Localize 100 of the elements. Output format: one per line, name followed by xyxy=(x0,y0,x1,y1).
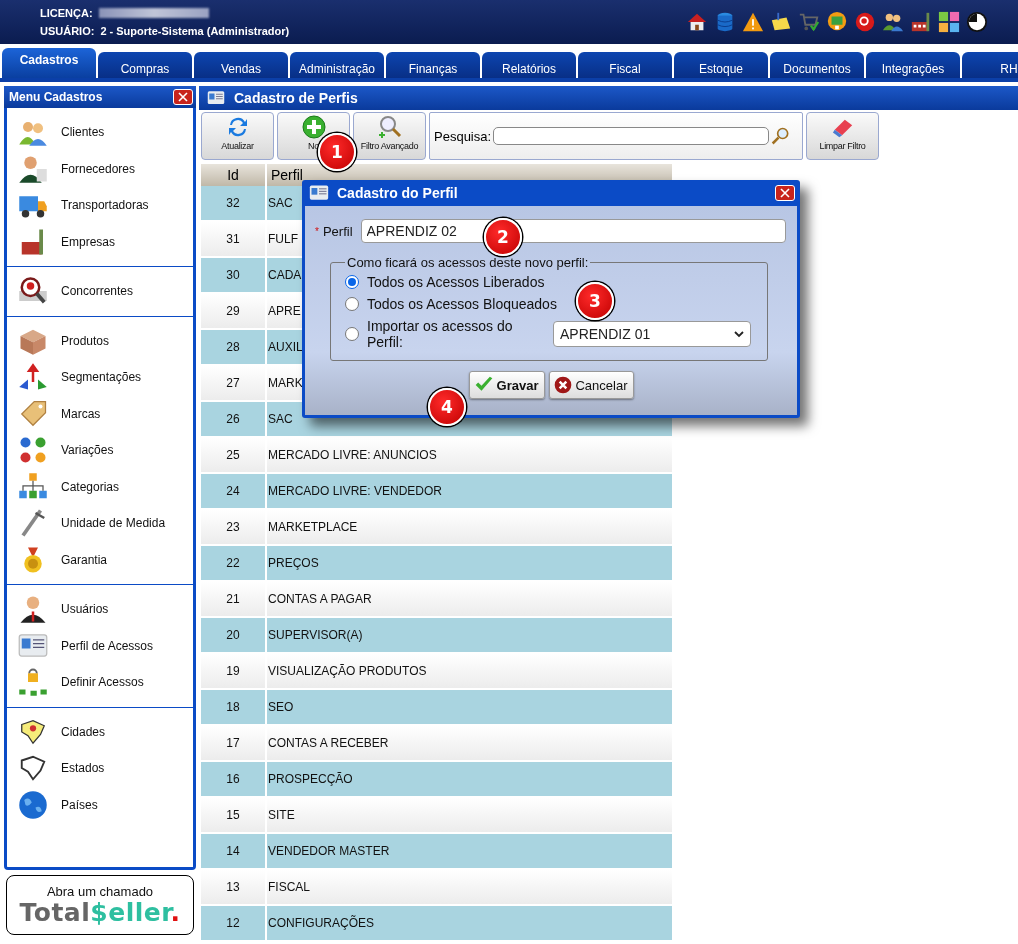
close-button[interactable] xyxy=(173,89,193,105)
close-button[interactable] xyxy=(775,185,795,201)
radio-button[interactable] xyxy=(345,327,359,342)
sidebar-item[interactable]: Marcas xyxy=(7,395,193,432)
table-cell: 20 xyxy=(201,618,267,654)
radio-button[interactable] xyxy=(345,275,359,290)
sidebar-item[interactable]: Países xyxy=(7,786,193,823)
sidebar-item[interactable]: Unidade de Medida xyxy=(7,505,193,542)
close-icon xyxy=(178,92,188,102)
menu-tab[interactable]: Estoque xyxy=(674,52,768,78)
search-label: Pesquisa: xyxy=(434,128,492,144)
table-cell: 26 xyxy=(201,402,267,438)
house-icon[interactable] xyxy=(686,11,708,33)
table-cell: SEO xyxy=(267,690,674,726)
menu-tab[interactable]: Fiscal xyxy=(578,52,672,78)
search-field[interactable] xyxy=(493,127,770,145)
item-label: Fornecedores xyxy=(61,161,136,176)
sidebar-item[interactable]: Usuários xyxy=(7,591,193,628)
dialog-title: Cadastro do Perfil xyxy=(337,185,458,201)
sidebar-item[interactable]: Fornecedores xyxy=(7,150,193,187)
help-card[interactable]: Abra um chamado Total$eller. xyxy=(6,875,194,935)
radio-option[interactable]: Todos os Acessos Bloqueados xyxy=(345,296,557,313)
toolbar-button[interactable]: Filtro Avançado xyxy=(353,112,426,160)
radio-button[interactable] xyxy=(345,297,359,312)
sidebar-item[interactable]: Estados xyxy=(7,750,193,787)
menu-tab[interactable]: Vendas xyxy=(194,52,288,78)
table-cell: MERCADO LIVRE: VENDEDOR xyxy=(267,474,674,510)
cart-icon[interactable] xyxy=(798,11,820,33)
sidebar-item[interactable]: Clientes xyxy=(7,114,193,151)
menu-tab[interactable]: Administração xyxy=(290,52,384,78)
menu-tab[interactable]: Integrações xyxy=(866,52,960,78)
item-label: Categorias xyxy=(61,479,120,494)
sidebar-item[interactable]: Variações xyxy=(7,432,193,469)
table-cell: 32 xyxy=(201,186,267,222)
item-label: Garantia xyxy=(61,552,108,567)
save-button[interactable]: Gravar xyxy=(468,371,546,400)
sidebar-item[interactable]: Categorias xyxy=(7,468,193,505)
sidebar-item[interactable]: Definir Acessos xyxy=(7,664,193,701)
id-card-icon xyxy=(307,183,331,203)
sidebar-item[interactable]: Cidades xyxy=(7,713,193,750)
table-cell: 14 xyxy=(201,834,267,870)
step-tooltip: 3 xyxy=(576,282,614,320)
step-tooltip: 2 xyxy=(484,218,522,256)
table-cell: 28 xyxy=(201,330,267,366)
table-cell: 30 xyxy=(201,258,267,294)
table-cell: CONFIGURAÇÕES xyxy=(267,906,674,942)
item-label: Transportadoras xyxy=(61,198,149,213)
radio-option[interactable]: Todos os Acessos Liberados xyxy=(345,274,545,291)
item-label: Variações xyxy=(61,443,114,458)
sidebar-item[interactable]: Garantia xyxy=(7,541,193,578)
item-label: Unidade de Medida xyxy=(61,516,166,531)
note-icon[interactable] xyxy=(770,11,792,33)
table-cell: PROSPECÇÃO xyxy=(267,762,674,798)
menu-tab[interactable]: Documentos xyxy=(770,52,864,78)
item-label: Perfil de Acessos xyxy=(61,638,154,653)
profile-select[interactable]: APRENDIZ 01 xyxy=(553,321,751,348)
license-label: LICENÇA: xyxy=(40,7,93,19)
menu-tab[interactable]: RH xyxy=(962,52,1018,78)
user-value: 2 - Suporte-Sistema (Administrador) xyxy=(100,25,290,37)
item-label: Segmentações xyxy=(61,370,142,385)
user-label: USUÁRIO: xyxy=(40,25,95,37)
clear-filter-button[interactable]: Limpar Filtro xyxy=(806,112,879,160)
magnifier-icon xyxy=(376,115,403,139)
field-label: Perfil xyxy=(322,223,353,239)
brand-logo: Total$eller. xyxy=(19,898,181,927)
warning-icon[interactable] xyxy=(742,11,764,33)
item-label: Usuários xyxy=(61,602,109,617)
item-label: Marcas xyxy=(61,406,101,421)
sidebar-item[interactable]: Perfil de Acessos xyxy=(7,627,193,664)
tiles-icon[interactable] xyxy=(938,11,960,33)
required-mark: * xyxy=(315,225,319,237)
item-label: Produtos xyxy=(61,333,110,348)
clock-icon[interactable] xyxy=(966,11,988,33)
sidebar-item[interactable]: Transportadoras xyxy=(7,187,193,224)
table-cell: 18 xyxy=(201,690,267,726)
factory-icon[interactable] xyxy=(910,11,932,33)
chevron-icon xyxy=(734,330,744,339)
item-label: Clientes xyxy=(61,125,105,140)
sidebar-item[interactable]: Empresas xyxy=(7,223,193,260)
cancel-button[interactable]: Cancelar xyxy=(549,371,635,400)
sidebar-title: Menu Cadastros xyxy=(9,90,103,104)
table-cell: VENDEDOR MASTER xyxy=(267,834,674,870)
menu-tab[interactable]: Relatórios xyxy=(482,52,576,78)
menu-tab[interactable]: Cadastros xyxy=(2,48,96,78)
users-icon[interactable] xyxy=(882,11,904,33)
table-cell: 24 xyxy=(201,474,267,510)
menu-tab[interactable]: Finanças xyxy=(386,52,480,78)
sidebar-item[interactable]: Concorrentes xyxy=(7,273,193,310)
plus-icon xyxy=(300,115,327,139)
toolbar-button[interactable]: Atualizar xyxy=(201,112,274,160)
item-label: Concorrentes xyxy=(61,284,134,299)
monitor-icon[interactable] xyxy=(826,11,848,33)
table-cell: SUPERVISOR(A) xyxy=(267,618,674,654)
sidebar-item[interactable]: Segmentações xyxy=(7,359,193,396)
table-cell: 16 xyxy=(201,762,267,798)
menu-tab[interactable]: Compras xyxy=(98,52,192,78)
sidebar-item[interactable]: Produtos xyxy=(7,322,193,359)
item-label: Estados xyxy=(61,761,105,776)
item-label: Empresas xyxy=(61,234,116,249)
column-header[interactable]: Id xyxy=(201,164,267,186)
